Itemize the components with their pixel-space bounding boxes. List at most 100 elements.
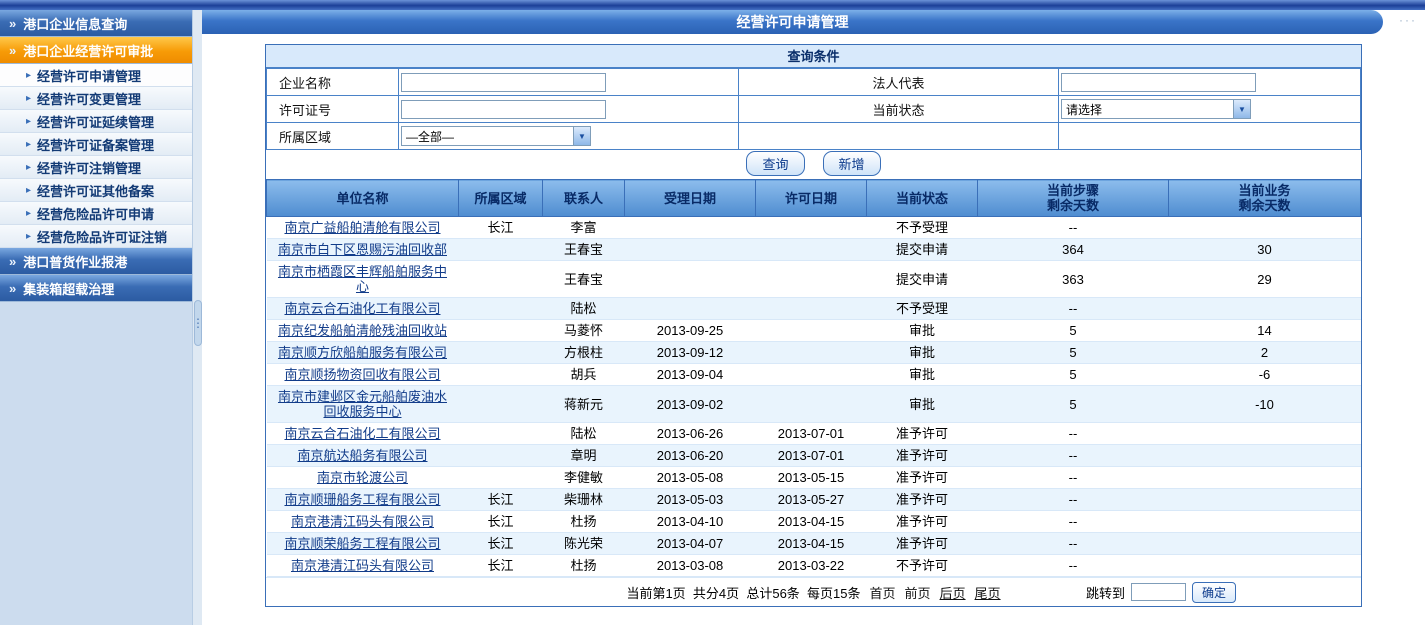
- company-link[interactable]: 南京市白下区恩赐污油回收部: [278, 242, 447, 257]
- company-link[interactable]: 南京广益船舶清舱有限公司: [284, 220, 440, 235]
- company-link[interactable]: 南京顺方欣船舶服务有限公司: [278, 345, 447, 360]
- sidebar-splitter[interactable]: ⋮: [192, 10, 202, 625]
- company-link[interactable]: 南京云合石油化工有限公司: [284, 301, 440, 316]
- table-cell: 长江: [459, 217, 543, 239]
- search-button[interactable]: 查询: [746, 151, 804, 176]
- license-no-label: 许可证号: [267, 96, 399, 123]
- sidebar-section-cargo-report[interactable]: » 港口普货作业报港: [0, 248, 192, 275]
- sidebar-section-container-overload[interactable]: » 集装箱超载治理: [0, 275, 192, 302]
- table-cell: 2013-07-01: [756, 445, 867, 467]
- arrow-bullet-icon: ▸: [26, 93, 31, 104]
- top-strip: [0, 0, 1425, 10]
- table-row: 南京云合石油化工有限公司陆松2013-06-262013-07-01准予许可--: [267, 423, 1361, 445]
- prev-page-link[interactable]: 前页: [905, 583, 931, 602]
- table-cell: 2013-07-01: [756, 423, 867, 445]
- company-link[interactable]: 南京港清江码头有限公司: [291, 514, 434, 529]
- page-title-bar: 经营许可申请管理 ···: [202, 10, 1425, 34]
- company-link[interactable]: 南京纪发船舶清舱残油回收站: [278, 323, 447, 338]
- table-cell: 2: [1169, 342, 1361, 364]
- sidebar-item-label: 经营许可申请管理: [37, 66, 141, 85]
- table-cell: 不予受理: [867, 298, 978, 320]
- table-cell: 蒋新元: [543, 386, 625, 423]
- last-page-link[interactable]: 尾页: [975, 583, 1001, 602]
- table-row: 南京航达船务有限公司章明2013-06-202013-07-01准予许可--: [267, 445, 1361, 467]
- table-cell: [1169, 489, 1361, 511]
- table-cell: 方根柱: [543, 342, 625, 364]
- table-cell: 提交申请: [867, 261, 978, 298]
- table-cell: --: [978, 445, 1169, 467]
- company-link[interactable]: 南京顺珊船务工程有限公司: [284, 492, 440, 507]
- table-cell: 李健敏: [543, 467, 625, 489]
- company-link[interactable]: 南京云合石油化工有限公司: [284, 426, 440, 441]
- table-cell: 2013-09-04: [625, 364, 756, 386]
- table-cell: 审批: [867, 386, 978, 423]
- double-arrow-icon: »: [9, 281, 16, 296]
- table-cell: --: [978, 423, 1169, 445]
- company-link[interactable]: 南京航达船务有限公司: [297, 448, 427, 463]
- company-name-cell: 南京广益船舶清舱有限公司: [267, 217, 459, 239]
- table-cell: 杜扬: [543, 511, 625, 533]
- sidebar-item-3[interactable]: ▸经营许可证延续管理: [0, 110, 192, 133]
- sidebar: » 港口企业信息查询 » 港口企业经营许可审批 ▸经营许可申请管理▸经营许可变更…: [0, 10, 192, 625]
- sidebar-item-5[interactable]: ▸经营许可注销管理: [0, 156, 192, 179]
- sidebar-item-label: 经营危险品许可申请: [37, 204, 154, 223]
- table-cell: 审批: [867, 342, 978, 364]
- sidebar-item-6[interactable]: ▸经营许可证其他备案: [0, 179, 192, 202]
- jump-page-input[interactable]: [1131, 583, 1186, 601]
- company-link[interactable]: 南京港清江码头有限公司: [291, 558, 434, 573]
- table-cell: [459, 298, 543, 320]
- company-link[interactable]: 南京顺荣船务工程有限公司: [284, 536, 440, 551]
- table-cell: [459, 261, 543, 298]
- region-select[interactable]: —全部— ▼: [401, 126, 591, 146]
- table-cell: 5: [978, 320, 1169, 342]
- region-label: 所属区域: [267, 123, 399, 150]
- sidebar-item-1[interactable]: ▸经营许可申请管理: [0, 64, 192, 87]
- sidebar-item-7[interactable]: ▸ 经营危险品许可申请: [0, 202, 192, 225]
- table-cell: 5: [978, 342, 1169, 364]
- splitter-grip-icon[interactable]: ⋮: [194, 300, 202, 346]
- company-link[interactable]: 南京市轮渡公司: [317, 470, 408, 485]
- company-link[interactable]: 南京顺扬物资回收有限公司: [284, 367, 440, 382]
- license-no-input[interactable]: [401, 100, 606, 119]
- legal-person-input[interactable]: [1061, 73, 1256, 92]
- sidebar-item-2[interactable]: ▸经营许可变更管理: [0, 87, 192, 110]
- add-button[interactable]: 新增: [823, 151, 881, 176]
- table-cell: [459, 239, 543, 261]
- company-link[interactable]: 南京市建邺区金元船舶废油水回收服务中心: [278, 389, 447, 419]
- arrow-bullet-icon: ▸: [26, 208, 31, 219]
- status-select[interactable]: 请选择 ▼: [1061, 99, 1251, 119]
- app-frame: » 港口企业信息查询 » 港口企业经营许可审批 ▸经营许可申请管理▸经营许可变更…: [0, 10, 1425, 625]
- company-name-cell: 南京市轮渡公司: [267, 467, 459, 489]
- table-cell: -6: [1169, 364, 1361, 386]
- table-cell: 2013-04-10: [625, 511, 756, 533]
- next-page-link[interactable]: 后页: [940, 583, 966, 602]
- sidebar-item-4[interactable]: ▸经营许可证备案管理: [0, 133, 192, 156]
- table-cell: 5: [978, 386, 1169, 423]
- column-header: 所属区域: [459, 180, 543, 217]
- column-header: 单位名称: [267, 180, 459, 217]
- first-page-link[interactable]: 首页: [870, 583, 896, 602]
- jump-label: 跳转到: [1086, 583, 1125, 602]
- sidebar-item-8[interactable]: ▸经营危险品许可证注销: [0, 225, 192, 248]
- table-cell: -10: [1169, 386, 1361, 423]
- confirm-button[interactable]: 确定: [1192, 582, 1236, 603]
- column-header: 许可日期: [756, 180, 867, 217]
- company-link[interactable]: 南京市栖霞区丰辉船舶服务中心: [278, 264, 447, 294]
- sidebar-section-port-enterprise-info[interactable]: » 港口企业信息查询: [0, 10, 192, 37]
- table-cell: --: [978, 298, 1169, 320]
- table-cell: 5: [978, 364, 1169, 386]
- table-cell: 不予许可: [867, 555, 978, 577]
- table-cell: [459, 386, 543, 423]
- table-cell: [625, 217, 756, 239]
- table-cell: 准予许可: [867, 533, 978, 555]
- table-cell: [756, 364, 867, 386]
- sidebar-section-license-approval[interactable]: » 港口企业经营许可审批: [0, 37, 192, 64]
- arrow-bullet-icon: ▸: [26, 116, 31, 127]
- column-header: 受理日期: [625, 180, 756, 217]
- table-cell: [625, 298, 756, 320]
- query-conditions-header: 查询条件: [266, 45, 1361, 68]
- company-name-cell: 南京市白下区恩赐污油回收部: [267, 239, 459, 261]
- table-cell: [1169, 533, 1361, 555]
- company-name-input[interactable]: [401, 73, 606, 92]
- table-cell: [459, 445, 543, 467]
